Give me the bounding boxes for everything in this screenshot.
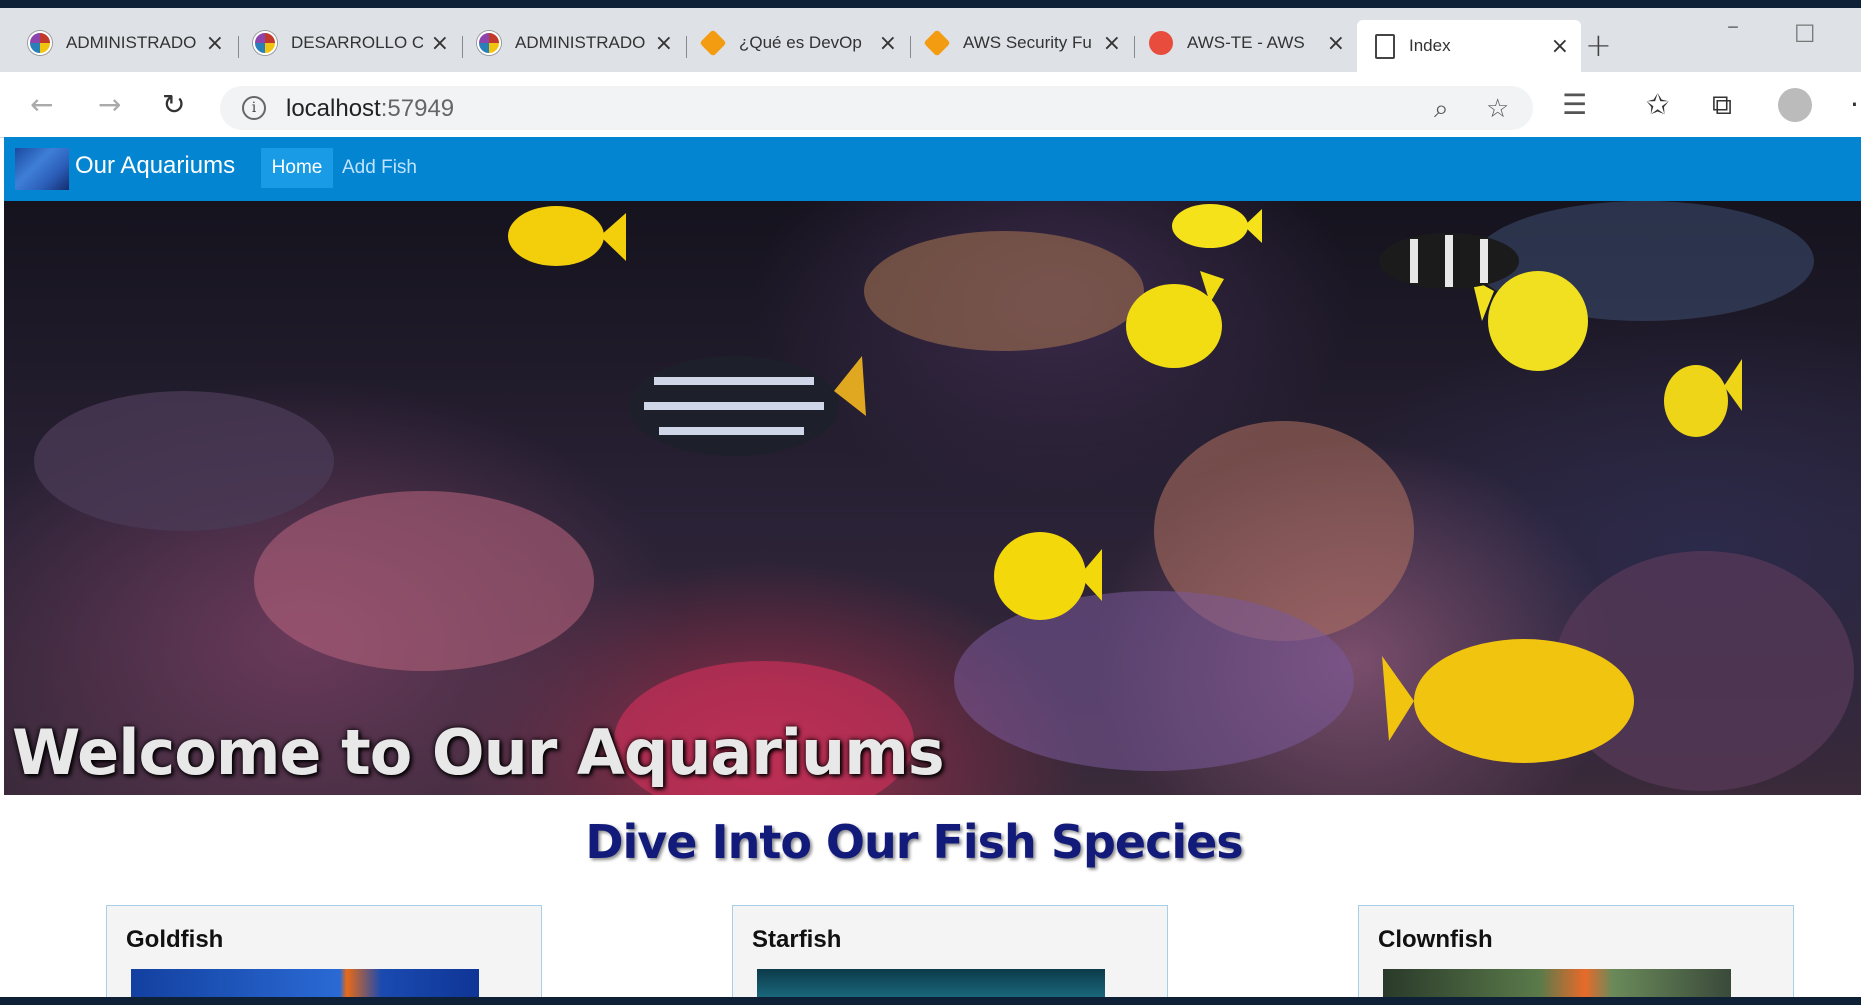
close-tab-icon[interactable]: × bbox=[1103, 31, 1121, 56]
tab-title: ADMINISTRADO bbox=[515, 33, 646, 52]
desktop-top-strip bbox=[0, 0, 1861, 8]
favorites-list-icon[interactable]: ✩ bbox=[1646, 88, 1669, 121]
url-host: localhost bbox=[286, 95, 381, 122]
brand-name[interactable]: Our Aquariums bbox=[75, 152, 235, 180]
close-tab-icon[interactable]: × bbox=[206, 31, 224, 56]
org-logo-icon bbox=[253, 31, 277, 55]
aws-cube-icon bbox=[923, 29, 951, 57]
fish-card-starfish[interactable]: Starfish bbox=[732, 905, 1168, 997]
minimize-icon[interactable]: – bbox=[1727, 12, 1739, 40]
close-tab-icon[interactable]: × bbox=[655, 31, 673, 56]
tang-fish-4 bbox=[1472, 271, 1588, 371]
tab-title: ADMINISTRADO bbox=[66, 33, 197, 52]
nav-home-link[interactable]: Home bbox=[261, 148, 333, 188]
maximize-icon[interactable]: ☐ bbox=[1794, 20, 1816, 48]
site-navbar: Our Aquariums Home Add Fish bbox=[4, 137, 1861, 201]
tab-title: Index bbox=[1409, 36, 1451, 55]
tab-aws-te[interactable]: AWS-TE - AWS × bbox=[1121, 21, 1357, 65]
browser-toolbar: ← → ↻ i localhost:57949 ⌕ ☆ ☰ ✩ ⧉ · bbox=[0, 72, 1861, 138]
new-tab-button[interactable]: + bbox=[1585, 26, 1612, 64]
nav-add-fish-link[interactable]: Add Fish bbox=[342, 148, 417, 188]
collections-icon[interactable]: ⧉ bbox=[1712, 88, 1732, 122]
section-title: Dive Into Our Fish Species bbox=[585, 815, 1243, 869]
fish-card-name: Starfish bbox=[752, 926, 842, 953]
starfish-image bbox=[757, 969, 1105, 997]
close-tab-icon[interactable]: × bbox=[879, 31, 897, 56]
tang-fish-1 bbox=[508, 206, 626, 266]
aws-cube-icon bbox=[699, 29, 727, 57]
address-bar[interactable]: i localhost:57949 ⌕ ☆ bbox=[220, 86, 1533, 130]
brand-logo-image[interactable] bbox=[15, 148, 69, 190]
close-tab-icon[interactable]: × bbox=[1327, 31, 1345, 56]
tab-index[interactable]: Index × bbox=[1357, 20, 1581, 72]
close-tab-icon[interactable]: × bbox=[1551, 34, 1569, 59]
url-port: :57949 bbox=[380, 95, 455, 122]
refresh-icon[interactable]: ↻ bbox=[162, 88, 185, 121]
tang-fish-7 bbox=[1382, 639, 1634, 763]
fish-card-goldfish[interactable]: Goldfish bbox=[106, 905, 542, 997]
profile-avatar[interactable] bbox=[1778, 88, 1812, 122]
fish-card-clownfish[interactable]: Clownfish bbox=[1358, 905, 1794, 997]
favorite-star-icon[interactable]: ☆ bbox=[1486, 94, 1509, 124]
tab-desarrollo[interactable]: DESARROLLO C × bbox=[225, 21, 461, 65]
tab-title: AWS Security Fu bbox=[963, 33, 1092, 52]
more-menu-icon[interactable]: · bbox=[1850, 88, 1859, 121]
close-tab-icon[interactable]: × bbox=[431, 31, 449, 56]
forward-arrow-icon[interactable]: → bbox=[98, 88, 121, 121]
goldfish-image bbox=[131, 969, 479, 997]
aquarium-scene-image bbox=[34, 201, 1854, 795]
info-icon[interactable]: i bbox=[242, 96, 266, 120]
clownfish-image bbox=[1383, 969, 1731, 997]
back-arrow-icon[interactable]: ← bbox=[30, 88, 53, 121]
tab-administrado-2[interactable]: ADMINISTRADO × bbox=[449, 21, 685, 65]
page-icon bbox=[1375, 33, 1395, 59]
tab-administrado-1[interactable]: ADMINISTRADO × bbox=[0, 21, 236, 65]
url-text[interactable]: localhost:57949 bbox=[286, 95, 454, 123]
banded-fish bbox=[1379, 233, 1519, 289]
hero-heading: Welcome to Our Aquariums bbox=[12, 716, 945, 789]
tang-fish-5 bbox=[1664, 359, 1742, 437]
tab-devops[interactable]: ¿Qué es DevOp × bbox=[673, 21, 909, 65]
zoom-icon[interactable]: ⌕ bbox=[1434, 94, 1449, 125]
fish-card-name: Clownfish bbox=[1378, 926, 1493, 953]
fish-card-name: Goldfish bbox=[126, 926, 224, 953]
tab-title: ¿Qué es DevOp bbox=[739, 33, 862, 52]
main-content: Dive Into Our Fish Species Goldfish Star… bbox=[4, 795, 1861, 997]
browser-window: ADMINISTRADO × DESARROLLO C × ADMINISTRA… bbox=[0, 8, 1861, 997]
hero-banner: Welcome to Our Aquariums bbox=[4, 201, 1861, 795]
angelfish-striped bbox=[629, 356, 866, 456]
tab-aws-security[interactable]: AWS Security Fu × bbox=[897, 21, 1133, 65]
tab-title: AWS-TE - AWS bbox=[1187, 33, 1305, 52]
tab-title: DESARROLLO C bbox=[291, 33, 423, 52]
tang-fish-2 bbox=[1172, 204, 1262, 248]
tab-bar: ADMINISTRADO × DESARROLLO C × ADMINISTRA… bbox=[0, 8, 1861, 72]
org-logo-icon bbox=[477, 31, 501, 55]
org-logo-icon bbox=[28, 31, 52, 55]
collections-stack-icon[interactable]: ☰ bbox=[1562, 88, 1587, 121]
aws-te-icon bbox=[1149, 31, 1173, 55]
desktop-bottom-strip bbox=[0, 997, 1861, 1005]
